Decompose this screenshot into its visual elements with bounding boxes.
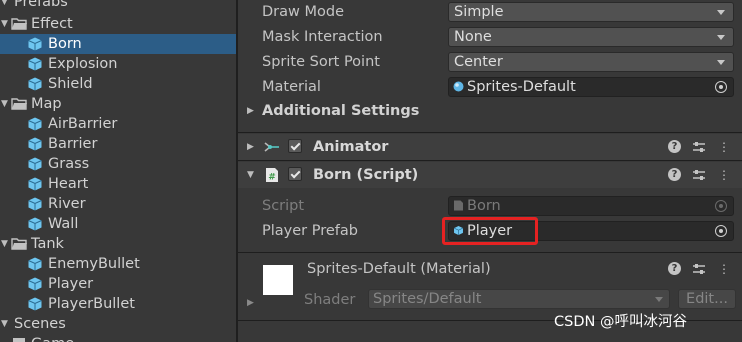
animator-enabled-checkbox[interactable]	[288, 139, 302, 153]
expand-arrow-icon[interactable]: ▼	[1, 0, 11, 12]
folder-open-icon	[11, 238, 27, 250]
expand-arrow-icon[interactable]: ▼	[1, 314, 11, 334]
material-panel-title: Sprites-Default (Material)	[307, 261, 491, 277]
sprite-sort-point-label: Sprite Sort Point	[262, 54, 380, 70]
prefab-cube-icon	[28, 37, 42, 51]
chevron-down-icon	[717, 35, 725, 40]
expand-arrow-icon[interactable]: ▶	[247, 134, 254, 160]
prefab-cube-icon	[28, 117, 42, 131]
presets-icon[interactable]	[692, 262, 706, 276]
tree-item-shield[interactable]: Shield	[0, 74, 236, 94]
tree-item-heart[interactable]: Heart	[0, 174, 236, 194]
component-header-icons: ? ⋮	[668, 140, 732, 154]
mask-interaction-label: Mask Interaction	[262, 29, 383, 45]
shader-label: Shader	[304, 292, 356, 308]
material-sphere-icon	[453, 81, 464, 92]
divider	[238, 160, 742, 161]
born-script-header[interactable]: ▼ # Born (Script) ? ⋮	[238, 162, 742, 188]
sprite-sort-point-dropdown[interactable]: Center	[448, 52, 734, 72]
born-script-title: Born (Script)	[313, 167, 419, 183]
prefab-cube-icon	[28, 277, 42, 291]
csharp-script-icon	[454, 200, 463, 211]
svg-text:#: #	[268, 173, 276, 183]
expand-arrow-icon[interactable]: ▼	[1, 14, 11, 34]
born-script-enabled-checkbox[interactable]	[288, 167, 302, 181]
tree-item-airbarrier[interactable]: AirBarrier	[0, 114, 236, 134]
inspector-panel: Draw Mode Simple Mask Interaction None S…	[238, 0, 742, 342]
prefab-cube-icon	[28, 197, 42, 211]
prefab-cube-icon	[28, 297, 42, 311]
expand-arrow-icon[interactable]: ▼	[1, 94, 11, 114]
object-picker-icon[interactable]	[715, 81, 727, 93]
divider	[238, 252, 742, 253]
help-icon[interactable]: ?	[668, 262, 681, 275]
player-prefab-label: Player Prefab	[262, 223, 358, 239]
material-label: Material	[262, 79, 321, 95]
tree-item-barrier[interactable]: Barrier	[0, 134, 236, 154]
chevron-down-icon	[717, 10, 725, 15]
material-field[interactable]: Sprites-Default	[448, 77, 734, 97]
animator-title: Animator	[313, 139, 389, 155]
project-panel: ▼ Prefabs ▼ Effect Born Explosion Shield…	[0, 0, 236, 342]
draw-mode-dropdown[interactable]: Simple	[448, 2, 734, 22]
component-header-icons: ? ⋮	[668, 168, 732, 182]
collapse-arrow-icon[interactable]: ▼	[247, 162, 254, 188]
tree-item-game[interactable]: Game	[0, 334, 236, 342]
prefab-cube-icon	[28, 217, 42, 231]
shader-dropdown: Sprites/Default	[368, 289, 670, 309]
kebab-menu-icon[interactable]: ⋮	[718, 262, 730, 276]
tree-item-map[interactable]: ▼ Map	[0, 94, 236, 114]
tree-item-scenes[interactable]: ▼ Scenes	[0, 314, 236, 334]
tree-item-grass[interactable]: Grass	[0, 154, 236, 174]
presets-icon[interactable]	[692, 168, 706, 182]
csharp-script-icon: #	[266, 168, 278, 183]
watermark-text: CSDN @呼叫冰河谷	[554, 314, 687, 330]
scene-icon	[13, 338, 25, 342]
tree-item-tank[interactable]: ▼ Tank	[0, 234, 236, 254]
tree-item-enemybullet[interactable]: EnemyBullet	[0, 254, 236, 274]
folder-open-icon	[11, 98, 27, 110]
expand-arrow-icon[interactable]: ▶	[247, 298, 254, 308]
animator-icon	[264, 142, 279, 152]
mask-interaction-dropdown[interactable]: None	[448, 27, 734, 47]
tree-item-river[interactable]: River	[0, 194, 236, 214]
prefab-cube-icon	[28, 157, 42, 171]
tree-item-explosion[interactable]: Explosion	[0, 54, 236, 74]
expand-arrow-icon[interactable]: ▶	[247, 100, 254, 122]
chevron-down-icon	[717, 60, 725, 65]
expand-arrow-icon[interactable]: ▼	[1, 234, 11, 254]
draw-mode-label: Draw Mode	[262, 4, 344, 20]
tree-item-playerbullet[interactable]: PlayerBullet	[0, 294, 236, 314]
prefab-cube-icon	[28, 77, 42, 91]
additional-settings-foldout[interactable]: ▶ Additional Settings	[247, 100, 419, 122]
help-icon[interactable]: ?	[668, 140, 681, 153]
object-picker-icon	[715, 200, 727, 212]
object-picker-icon[interactable]	[715, 225, 727, 237]
script-field: Born	[448, 196, 734, 216]
animator-header[interactable]: ▶ Animator ? ⋮	[238, 134, 742, 160]
presets-icon[interactable]	[692, 140, 706, 154]
tree-item-player[interactable]: Player	[0, 274, 236, 294]
tree-item-wall[interactable]: Wall	[0, 214, 236, 234]
prefab-cube-icon	[28, 137, 42, 151]
material-preview-swatch	[263, 265, 293, 295]
kebab-menu-icon[interactable]: ⋮	[718, 168, 730, 182]
help-icon[interactable]: ?	[668, 168, 681, 181]
edit-shader-button: Edit...	[678, 289, 736, 309]
highlight-annotation-box	[442, 217, 538, 245]
prefab-cube-icon	[28, 177, 42, 191]
chevron-down-icon	[655, 297, 663, 302]
kebab-menu-icon[interactable]: ⋮	[718, 140, 730, 154]
material-header-icons: ? ⋮	[668, 262, 732, 276]
prefab-cube-icon	[28, 257, 42, 271]
prefab-cube-icon	[28, 57, 42, 71]
script-label: Script	[262, 198, 305, 214]
tree-item-born[interactable]: Born	[0, 34, 236, 54]
tree-item-prefabs[interactable]: ▼ Prefabs	[0, 0, 236, 12]
tree-item-effect[interactable]: ▼ Effect	[0, 14, 236, 34]
divider	[238, 132, 742, 133]
folder-open-icon	[11, 18, 27, 30]
